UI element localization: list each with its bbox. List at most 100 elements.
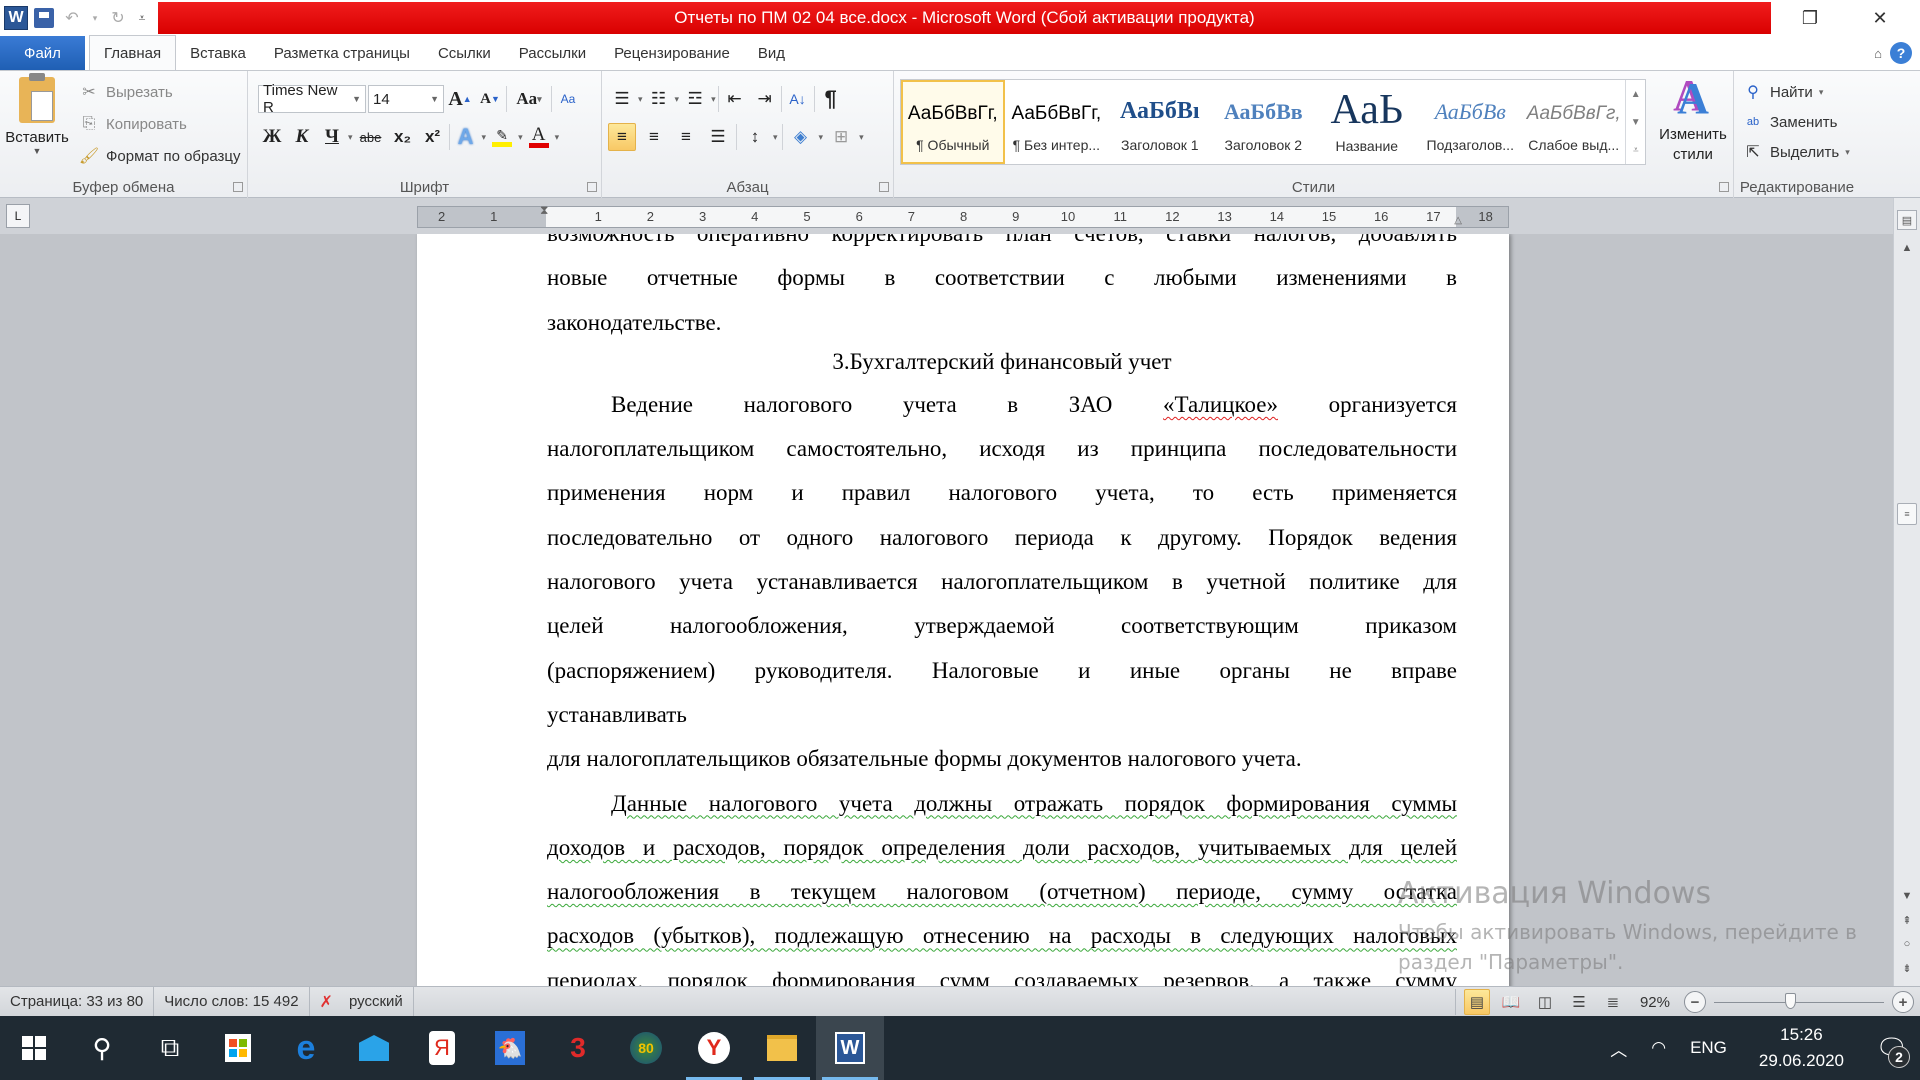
tab-mailings[interactable]: Рассылки (505, 36, 600, 70)
scroll-up-icon[interactable]: ▲ (1897, 238, 1917, 258)
italic-button[interactable]: К (288, 123, 316, 151)
replace-button[interactable]: ab Заменить (1742, 107, 1850, 137)
print-layout-icon[interactable]: ▤ (1463, 989, 1490, 1015)
increase-indent-icon[interactable]: ⇥ (751, 85, 779, 113)
bullets-dropdown-icon[interactable]: ▾ (638, 94, 643, 105)
grow-font-button[interactable]: A ▲ (446, 85, 474, 113)
style-no-spacing[interactable]: АаБбВвГг, ¶ Без интер... (1005, 80, 1108, 164)
decrease-indent-icon[interactable]: ⇤ (721, 85, 749, 113)
start-icon[interactable] (0, 1016, 68, 1080)
zoom-level[interactable]: 92% (1640, 994, 1670, 1011)
restore-button[interactable]: ❐ (1780, 0, 1840, 36)
zoom-slider[interactable] (1714, 992, 1884, 1009)
tab-view[interactable]: Вид (744, 36, 799, 70)
sort-icon[interactable]: A↓ (784, 85, 812, 113)
font-name-select[interactable]: Times New R ▼ (258, 82, 366, 116)
style-normal[interactable]: АаБбВвГг, ¶ Обычный (901, 80, 1005, 164)
store-icon[interactable] (204, 1016, 272, 1080)
bold-button[interactable]: Ж (258, 123, 286, 151)
style-subtle-emphasis[interactable]: АаБбВвГг, Слабое выд... (1522, 80, 1625, 164)
superscript-button[interactable]: x² (419, 123, 447, 151)
undo-icon[interactable]: ↶ (60, 6, 84, 30)
numbering-icon[interactable]: ☷ (645, 85, 673, 113)
edge-icon[interactable]: e (272, 1016, 340, 1080)
paste-button[interactable]: Вставить ▼ (4, 73, 70, 156)
tab-home[interactable]: Главная (89, 35, 177, 70)
style-subtitle[interactable]: АаБбВв Подзаголов... (1419, 80, 1522, 164)
highlight-dropdown-icon[interactable]: ▾ (518, 132, 523, 143)
tab-file[interactable]: Файл (0, 36, 85, 70)
vertical-scrollbar[interactable]: ▤ ▲ ≡ ▼ ⇞ ○ ⇟ (1893, 198, 1920, 986)
task-view-icon[interactable]: ⧉ (136, 1016, 204, 1080)
web-layout-icon[interactable]: ◫ (1532, 989, 1558, 1015)
zoom-slider-thumb[interactable] (1785, 992, 1797, 1009)
highlight-button[interactable]: ✎ (488, 123, 516, 151)
document-page[interactable]: возможность оперативно корректировать пл… (417, 234, 1509, 986)
align-right-icon[interactable]: ≡ (672, 123, 700, 151)
show-marks-button[interactable]: ¶ (817, 85, 845, 113)
zoom-out-button[interactable]: − (1684, 991, 1706, 1013)
document-body[interactable]: возможность оперативно корректировать пл… (547, 234, 1457, 986)
subscript-button[interactable]: x₂ (389, 123, 417, 151)
word-logo-icon[interactable]: W (4, 6, 28, 30)
input-language[interactable]: ENG (1678, 1038, 1739, 1058)
page-count[interactable]: Страница: 33 из 80 (0, 986, 155, 1017)
text-effects-icon[interactable]: A (452, 123, 480, 151)
wifi-icon[interactable]: ◠ (1639, 1038, 1678, 1058)
style-heading-2[interactable]: АаБбВв Заголовок 2 (1212, 80, 1315, 164)
action-center-button[interactable]: 🗨 2 (1864, 1016, 1920, 1080)
borders-icon[interactable]: ⊞ (827, 123, 855, 151)
scroll-down-icon[interactable]: ▼ (1897, 886, 1917, 906)
strikethrough-button[interactable]: abe (355, 123, 387, 151)
customize-qat-icon[interactable]: ⩡ (136, 6, 148, 30)
file-explorer-icon[interactable] (748, 1016, 816, 1080)
game-80-icon[interactable]: 80 (612, 1016, 680, 1080)
zoom-in-button[interactable]: + (1892, 991, 1914, 1013)
draft-icon[interactable]: ≣ (1600, 989, 1626, 1015)
font-color-button[interactable]: A (525, 123, 553, 151)
outline-icon[interactable]: ☰ (1566, 989, 1592, 1015)
search-icon[interactable]: ⚲ (68, 1016, 136, 1080)
format-painter-button[interactable]: 🖌 Формат по образцу (78, 141, 241, 171)
language-indicator[interactable]: ✗ русский (310, 986, 414, 1017)
minimize-ribbon-icon[interactable]: ⌂ (1874, 46, 1882, 61)
help-icon[interactable]: ? (1890, 42, 1912, 64)
align-left-icon[interactable]: ≡ (608, 123, 636, 151)
tab-references[interactable]: Ссылки (424, 36, 505, 70)
tab-insert[interactable]: Вставка (176, 36, 260, 70)
underline-dropdown-icon[interactable]: ▾ (348, 132, 353, 143)
multilevel-dropdown-icon[interactable]: ▾ (711, 94, 716, 105)
change-case-button[interactable]: Aa ▾ (509, 85, 549, 113)
game-3-icon[interactable]: 3 (544, 1016, 612, 1080)
full-screen-reading-icon[interactable]: 📖 (1498, 989, 1524, 1015)
font-size-select[interactable]: 14 ▼ (368, 85, 444, 113)
borders-dropdown-icon[interactable]: ▾ (859, 132, 864, 143)
prev-page-icon[interactable]: ⇞ (1897, 910, 1917, 930)
gallery-up-icon[interactable]: ▲ (1631, 89, 1641, 100)
bullets-icon[interactable]: ☰ (608, 85, 636, 113)
select-button[interactable]: ⇱ Выделить ▾ (1742, 137, 1849, 167)
indent-marker-handle[interactable]: ⧗ (540, 203, 548, 218)
tab-selector-button[interactable]: L (6, 204, 30, 228)
tab-page-layout[interactable]: Разметка страницы (260, 36, 424, 70)
word-icon[interactable]: W (816, 1016, 884, 1080)
gallery-down-icon[interactable]: ▼ (1631, 117, 1641, 128)
mail-icon[interactable] (340, 1016, 408, 1080)
style-title[interactable]: АаЬ Название (1315, 80, 1418, 164)
save-icon[interactable] (34, 8, 54, 28)
line-spacing-icon[interactable]: ↕ (741, 123, 769, 151)
copy-button[interactable]: ⎘ Копировать (78, 109, 241, 139)
paragraph-launcher-icon[interactable] (879, 182, 889, 192)
multilevel-list-icon[interactable]: ☲ (681, 85, 709, 113)
find-button[interactable]: ⚲ Найти ▾ (1742, 77, 1850, 107)
clock[interactable]: 15:26 29.06.2020 (1739, 1022, 1864, 1074)
clear-formatting-icon[interactable]: Aa (554, 85, 582, 113)
styles-launcher-icon[interactable] (1719, 182, 1729, 192)
change-styles-button[interactable]: A Изменить стили (1656, 77, 1730, 165)
tray-expand-icon[interactable]: ︿ (1598, 1036, 1639, 1061)
shading-dropdown-icon[interactable]: ▾ (819, 132, 824, 143)
yandex-browser-icon[interactable]: Я (408, 1016, 476, 1080)
style-heading-1[interactable]: АаБбВı Заголовок 1 (1108, 80, 1211, 164)
right-indent-handle[interactable]: △ (1454, 215, 1462, 226)
line-spacing-dropdown-icon[interactable]: ▾ (773, 132, 778, 143)
